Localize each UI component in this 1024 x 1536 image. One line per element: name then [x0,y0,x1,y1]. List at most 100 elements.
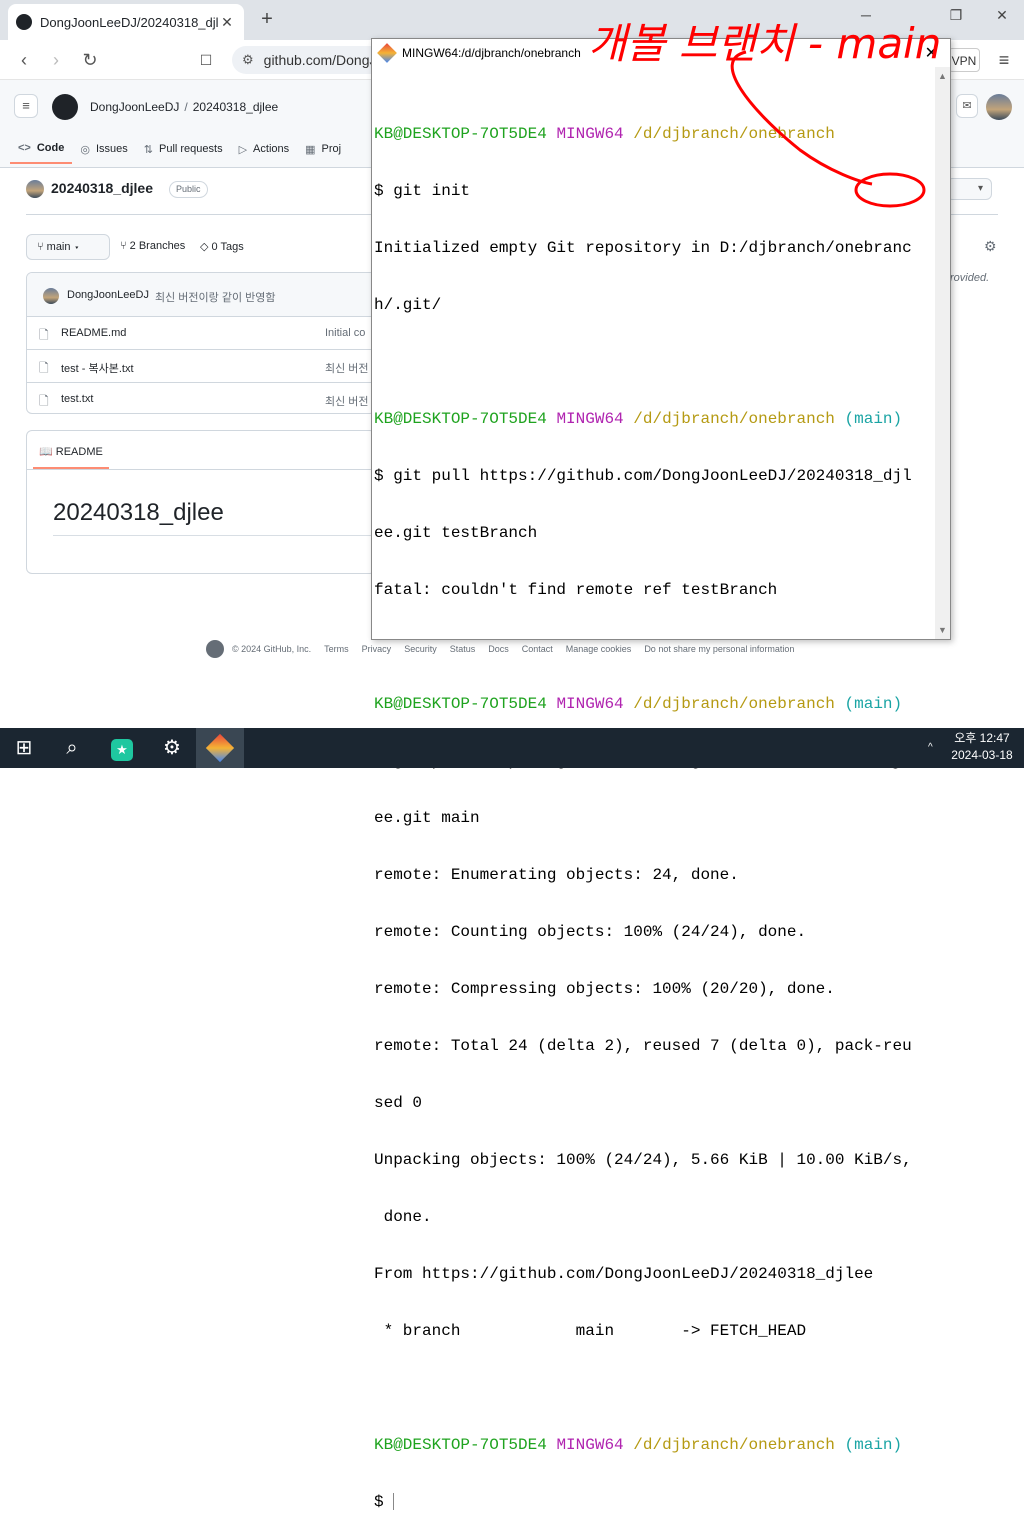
terminal-line: remote: Total 24 (delta 2), reused 7 (de… [374,1037,912,1055]
divider [53,535,373,536]
terminal-output[interactable]: KB@DESKTOP-7OT5DE4 MINGW64 /d/djbranch/o… [374,87,934,1536]
terminal-line: * branch main -> FETCH_HEAD [374,1322,807,1340]
store-app-icon[interactable]: ★ [98,728,146,768]
tab-actions-label: Actions [253,143,290,155]
repo-action-dropdown[interactable]: ▾ [946,178,992,200]
issues-icon: ◎ [80,143,90,156]
windows-start-icon[interactable]: ⊞ [0,728,48,768]
file-name[interactable]: README.md [61,327,126,339]
book-icon: 📖 [39,446,56,458]
vpn-button[interactable]: VPN [948,48,980,72]
terminal-line: Initialized empty Git repository in D:/d… [374,239,912,257]
browser-menu-icon[interactable]: ≡ [992,48,1016,72]
search-icon[interactable]: ⌕ [48,728,96,768]
tab-pull-requests[interactable]: ⇅ Pull requests [136,134,231,164]
visibility-badge: Public [169,181,208,198]
scroll-up-icon[interactable]: ▲ [938,71,947,81]
tab-close-icon[interactable]: ✕ [218,14,236,31]
address-bar[interactable]: ⚙ github.com/DongJoonLeeDJ/20240318_djle… [232,46,392,74]
bookmark-icon[interactable]: ☐ [194,48,218,72]
actions-icon: ▷ [238,143,248,156]
terminal-line: remote: Enumerating objects: 24, done. [374,866,739,884]
terminal-line: ee.git main [374,809,480,827]
file-name[interactable]: test - 복사본.txt [61,360,134,376]
file-row[interactable]: 🗋 test.txt 최신 버전 [27,383,375,413]
back-arrow-icon[interactable]: ‹ [12,48,36,72]
repo-title[interactable]: 20240318_djlee [51,180,153,196]
settings-gear-icon[interactable]: ⚙ [148,728,196,768]
tab-title: DongJoonLeeDJ/20240318_djlee [40,14,218,30]
file-name[interactable]: test.txt [61,393,93,405]
terminal-prompt-line: KB@DESKTOP-7OT5DE4 MINGW64 /d/djbranch/o… [374,125,934,144]
prompt-user: KB@DESKTOP-7OT5DE4 [374,1436,547,1454]
code-icon: <> [18,142,31,154]
prompt-user: KB@DESKTOP-7OT5DE4 [374,695,547,713]
divider [27,469,375,470]
terminal-close-button[interactable]: ✕ [925,43,938,63]
new-tab-button[interactable]: + [256,8,278,30]
tab-actions[interactable]: ▷ Actions [231,134,298,164]
file-row[interactable]: 🗋 README.md Initial co [27,317,375,350]
prompt-env: MINGW64 [556,1436,624,1454]
readme-tab[interactable]: 📖 README [33,437,109,469]
breadcrumb: DongJoonLeeDJ / 20240318_djlee [90,100,278,114]
footer-link-terms[interactable]: Terms [324,644,349,654]
tab-pull-requests-label: Pull requests [158,143,223,155]
terminal-input-prompt: $ [374,1493,394,1511]
system-clock[interactable]: 오후 12:47 2024-03-18 [940,730,1024,766]
terminal-prompt-line: KB@DESKTOP-7OT5DE4 MINGW64 /d/djbranch/o… [374,410,934,429]
tab-projects[interactable]: ▦ Proj [297,134,349,164]
pull-request-icon: ⇅ [143,143,153,156]
maximize-button[interactable]: ❐ [936,4,976,26]
tray-chevron-icon[interactable]: ^ [928,742,933,753]
terminal-line: sed 0 [374,1094,423,1112]
commit-author-avatar [43,288,59,304]
breadcrumb-owner[interactable]: DongJoonLeeDJ [90,100,179,114]
prompt-user: KB@DESKTOP-7OT5DE4 [374,410,547,428]
text-cursor [393,1493,395,1511]
window-close-button[interactable]: ✕ [982,4,1022,26]
tab-code[interactable]: <> Code [10,134,73,164]
forward-arrow-icon[interactable]: › [44,48,68,72]
repo-nav: <> Code ◎ Issues ⇅ Pull requests ▷ Actions ▦… [10,134,349,164]
terminal-window[interactable]: MINGW64:/d/djbranch/onebranch ✕ ▲ ▼ KB@D… [371,38,951,1511]
commit-author[interactable]: DongJoonLeeDJ [67,289,149,301]
commit-message[interactable]: 최신 버전이랑 같이 반영함 [155,289,276,305]
hamburger-menu-icon[interactable]: ≡ [14,94,38,118]
about-settings-gear-icon[interactable]: ⚙ [984,238,997,255]
site-info-icon[interactable]: ⚙ [242,52,254,68]
chevron-down-icon: ▾ [70,241,81,253]
terminal-input-line[interactable]: $ [374,1493,934,1512]
branch-selector[interactable]: ⑂ main ▾ [26,234,110,260]
github-favicon-icon [16,14,32,30]
minimize-button[interactable]: ─ [846,4,886,26]
branches-link[interactable]: ⑂ 2 Branches [120,240,185,252]
terminal-titlebar[interactable]: MINGW64:/d/djbranch/onebranch [372,39,950,67]
repo-owner-avatar [26,180,44,198]
file-commit-message[interactable]: Initial co [325,327,365,339]
user-avatar[interactable] [986,94,1012,120]
readme-heading: 20240318_djlee [53,499,224,526]
branches-icon: ⑂ [120,240,130,252]
terminal-line: ee.git testBranch [374,524,538,542]
reload-icon[interactable]: ↻ [78,48,102,72]
prompt-env: MINGW64 [556,125,624,143]
file-row[interactable]: 🗋 test - 복사본.txt 최신 버전 [27,350,375,383]
tags-link[interactable]: ◇ 0 Tags [200,240,244,253]
inbox-icon[interactable]: ✉ [956,94,978,118]
breadcrumb-repo[interactable]: 20240318_djlee [193,100,278,114]
terminal-prompt-line: KB@DESKTOP-7OT5DE4 MINGW64 /d/djbranch/o… [374,1436,934,1455]
tab-code-label: Code [36,142,65,154]
file-commit-message[interactable]: 최신 버전 [325,360,369,376]
terminal-prompt-line: KB@DESKTOP-7OT5DE4 MINGW64 /d/djbranch/o… [374,695,934,714]
projects-icon: ▦ [305,143,316,156]
github-logo-icon[interactable] [52,94,78,120]
tab-issues[interactable]: ◎ Issues [72,134,135,164]
scroll-down-icon[interactable]: ▼ [938,625,947,635]
terminal-scrollbar[interactable]: ▲ ▼ [935,67,950,639]
file-commit-message[interactable]: 최신 버전 [325,393,369,409]
browser-tab[interactable]: DongJoonLeeDJ/20240318_djlee ✕ [8,4,244,40]
github-footer-logo-icon [206,640,224,658]
git-bash-taskbar-icon[interactable] [196,728,244,768]
